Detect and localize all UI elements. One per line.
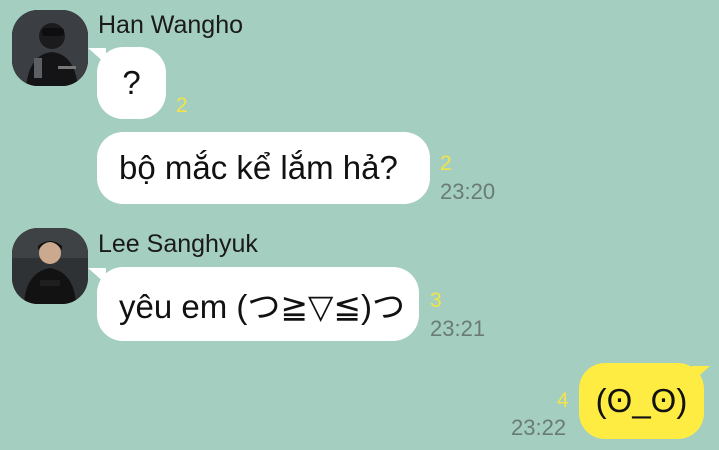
message-timestamp: 23:21 [430,316,486,341]
message-bubble[interactable]: ? [97,47,166,119]
message-timestamp: 23:22 [511,415,567,440]
profile-photo-icon [12,10,88,86]
sender-name: Han Wangho [98,11,243,39]
message-bubble[interactable]: yêu em (つ≧▽≦)つ [97,267,419,341]
message-text: yêu em (つ≧▽≦)つ [119,288,406,325]
unread-count: 4 [557,389,569,412]
sender-name: Lee Sanghyuk [98,230,258,258]
avatar-lee-sanghyuk[interactable] [12,228,88,304]
message-text: bộ mắc kể lắm hả? [119,149,398,186]
message-text: ? [122,64,141,101]
message-text: (ʘ_ʘ) [595,382,688,419]
my-message-bubble[interactable]: (ʘ_ʘ) [579,363,704,439]
avatar-han-wangho[interactable] [12,10,88,86]
unread-count: 3 [430,289,442,312]
message-bubble[interactable]: bộ mắc kể lắm hả? [97,132,430,204]
bubble-tail [692,366,710,382]
unread-count: 2 [176,94,188,117]
unread-count: 2 [440,152,452,175]
profile-photo-icon [12,228,88,304]
message-timestamp: 23:20 [440,179,496,204]
